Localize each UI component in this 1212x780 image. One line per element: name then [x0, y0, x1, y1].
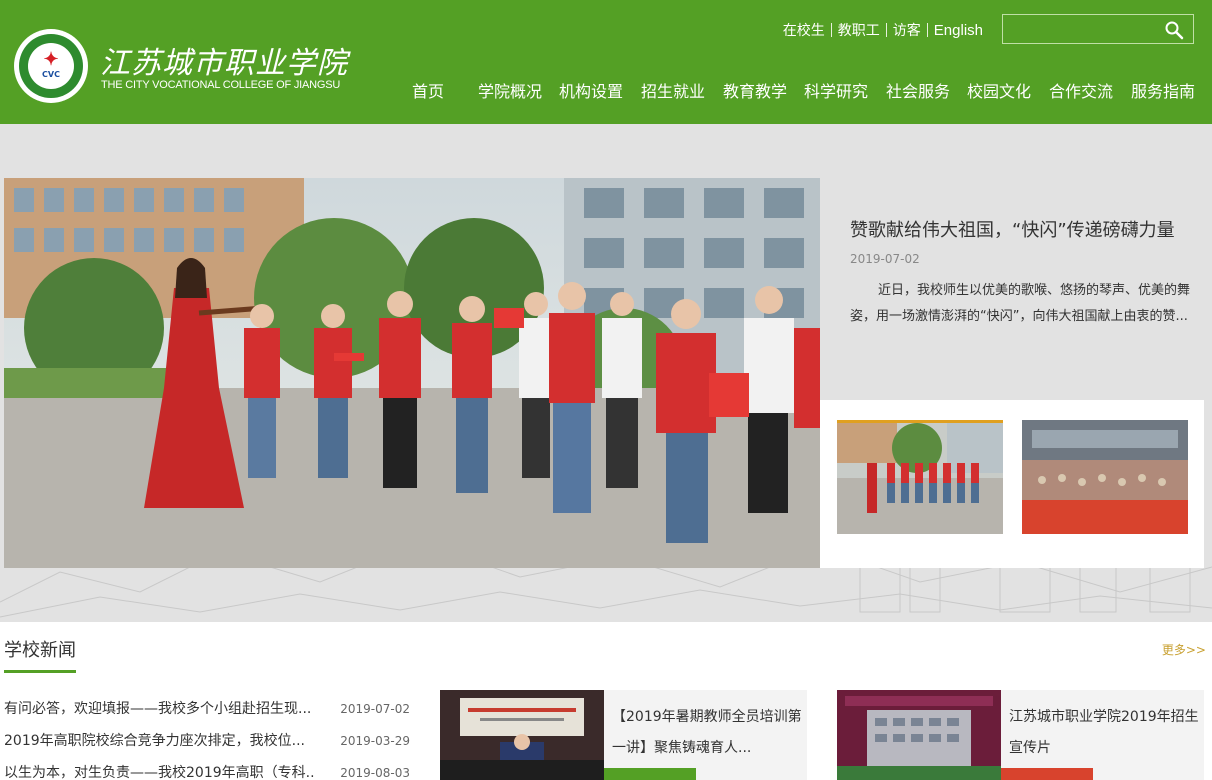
toplink-english[interactable]: English	[928, 22, 989, 39]
nav-education[interactable]: 教育教学	[723, 78, 787, 102]
toplink-students[interactable]: 在校生	[777, 20, 831, 40]
news-item-date: 2019-03-29	[340, 734, 410, 748]
featured-news-date: 2019-07-02	[850, 252, 920, 266]
news-card-accent-bar	[1001, 768, 1093, 780]
flash-mob-thumbnail	[837, 423, 1003, 534]
news-card-text[interactable]: 江苏城市职业学院2019年招生宣传片	[1009, 702, 1201, 764]
nav-home[interactable]: 首页	[412, 78, 444, 102]
college-name-chinese[interactable]: 江苏城市职业学院	[100, 38, 348, 82]
news-item-title[interactable]: 2019年高职院校综合竞争力座次排定，我校位...	[4, 730, 314, 750]
list-item[interactable]: 以生为本，对生负责——我校2019年高职（专科... 2019-08-03	[4, 762, 410, 780]
featured-news-title[interactable]: 赞歌献给伟大祖国，“快闪”传递磅礴力量	[850, 216, 1175, 242]
nav-departments[interactable]: 机构设置	[559, 78, 623, 102]
search-icon[interactable]	[1163, 19, 1185, 41]
featured-news-banner: 赞歌献给伟大祖国，“快闪”传递磅礴力量 2019-07-02 近日，我校师生以优…	[0, 124, 1212, 622]
section-title-underline	[4, 670, 76, 673]
top-links: 在校生 教职工 访客 English	[777, 20, 989, 40]
more-news-link[interactable]: 更多>>	[1162, 641, 1206, 658]
nav-admissions[interactable]: 招生就业	[641, 78, 705, 102]
nav-cooperation[interactable]: 合作交流	[1049, 78, 1113, 102]
news-card-teacher-training[interactable]: 【2019年暑期教师全员培训第一讲】聚焦铸魂育人...	[440, 690, 807, 780]
campus-building-image	[837, 690, 1001, 780]
ceremony-thumbnail	[1022, 420, 1188, 534]
toplink-visitors[interactable]: 访客	[887, 20, 927, 40]
lecture-hall-image	[440, 690, 604, 780]
thumbnail-flash-mob[interactable]	[837, 420, 1003, 534]
banner-thumbnails	[820, 400, 1204, 568]
search-input[interactable]	[1003, 15, 1153, 43]
flash-mob-photo	[4, 178, 820, 568]
news-card-admission-video[interactable]: 江苏城市职业学院2019年招生宣传片	[837, 690, 1204, 780]
news-card-image	[440, 690, 604, 780]
site-header: ✦ CVC 江苏城市职业学院 THE CITY VOCATIONAL COLLE…	[0, 0, 1212, 124]
nav-service-guide[interactable]: 服务指南	[1131, 78, 1195, 102]
featured-news-photo[interactable]	[4, 178, 820, 568]
section-title-school-news: 学校新闻	[4, 640, 76, 661]
nav-about[interactable]: 学院概况	[478, 78, 542, 102]
search-box	[1002, 14, 1194, 44]
toplink-staff[interactable]: 教职工	[832, 20, 886, 40]
nav-social-service[interactable]: 社会服务	[886, 78, 950, 102]
thumbnail-ceremony[interactable]	[1022, 420, 1188, 534]
featured-news-summary: 近日，我校师生以优美的歌喉、悠扬的琴声、优美的舞姿，用一场激情澎湃的“快闪”，向…	[850, 283, 1191, 324]
list-item[interactable]: 有问必答，欢迎填报——我校多个小组赴招生现... 2019-07-02	[4, 698, 410, 722]
news-item-date: 2019-07-02	[340, 702, 410, 716]
news-item-title[interactable]: 有问必答，欢迎填报——我校多个小组赴招生现...	[4, 698, 314, 718]
news-card-accent-bar	[604, 768, 696, 780]
news-card-text[interactable]: 【2019年暑期教师全员培训第一讲】聚焦铸魂育人...	[612, 702, 804, 764]
news-item-title[interactable]: 以生为本，对生负责——我校2019年高职（专科...	[4, 762, 314, 780]
nav-research[interactable]: 科学研究	[804, 78, 868, 102]
news-item-date: 2019-08-03	[340, 766, 410, 780]
list-item[interactable]: 2019年高职院校综合竞争力座次排定，我校位... 2019-03-29	[4, 730, 410, 754]
news-card-image	[837, 690, 1001, 780]
nav-campus-culture[interactable]: 校园文化	[967, 78, 1031, 102]
seal-mark: ✦	[43, 49, 59, 70]
main-nav: 首页 学院概况 机构设置 招生就业 教育教学 科学研究 社会服务 校园文化 合作…	[0, 78, 1212, 104]
